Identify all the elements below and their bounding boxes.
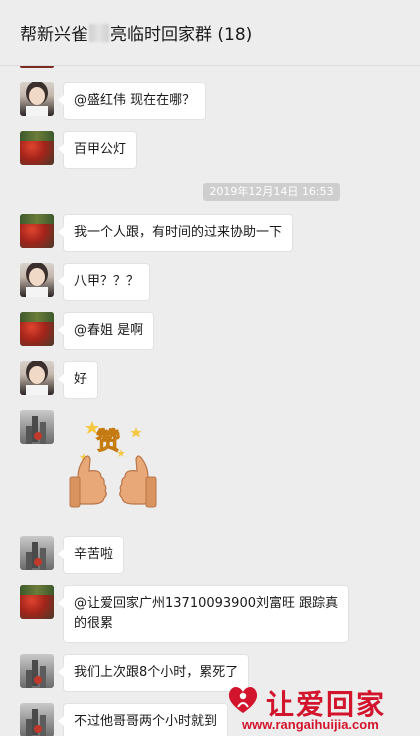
avatar[interactable] — [20, 131, 54, 165]
avatar[interactable] — [20, 312, 54, 346]
heart-hands-logo-icon — [228, 686, 258, 713]
message-bubble[interactable]: 我一个人跟，有时间的过来协助一下 — [57, 214, 294, 252]
message-bubble[interactable]: 百甲公灯 — [57, 131, 138, 169]
avatar[interactable] — [20, 263, 54, 297]
message-text-line1: @让爱回家广州13710093900刘富旺 跟踪真 — [74, 596, 339, 611]
message-bubble[interactable]: @春姐 是啊 — [57, 312, 155, 350]
message-text: 百甲公灯 — [74, 142, 127, 157]
avatar[interactable] — [20, 536, 54, 570]
message-text: @春姐 是啊 — [74, 323, 144, 338]
message-text: 我们上次跟8个小时，累死了 — [74, 665, 239, 680]
chat-header: 帮新兴雀 亮临时回家群 (18) — [0, 0, 420, 66]
chat-title-suffix: 亮临时回家群 (18) — [110, 25, 253, 45]
thumbs-up-sticker[interactable]: 赞 — [66, 415, 160, 519]
sticker-zan-text: 赞 — [95, 427, 120, 455]
message-text: @盛红伟 现在在哪？ — [74, 93, 196, 108]
chat-title-prefix: 帮新兴雀 — [20, 25, 88, 45]
message-text: 八甲？？？ — [74, 274, 140, 289]
avatar[interactable] — [20, 361, 54, 395]
avatar[interactable] — [20, 82, 54, 116]
message-text: 我一个人跟，有时间的过来协助一下 — [74, 225, 283, 240]
avatar[interactable] — [20, 585, 54, 619]
message-bubble[interactable]: @盛红伟 现在在哪？ — [57, 82, 207, 120]
message-text-line2: 的很累 — [74, 616, 114, 631]
message-bubble[interactable]: 好 — [57, 361, 99, 399]
message-bubble[interactable]: @让爱回家广州13710093900刘富旺 跟踪真 的很累 — [57, 585, 350, 643]
watermark: 让爱回家 www.rangaihuijia.com — [222, 683, 418, 733]
message-text: 辛苦啦 — [74, 547, 114, 562]
timestamp: 2019年12月14日 16:53 — [203, 183, 340, 201]
avatar[interactable] — [20, 703, 54, 736]
avatar[interactable] — [20, 654, 54, 688]
avatar[interactable] — [20, 410, 54, 444]
redacted-name-blur — [89, 23, 109, 42]
message-text: 不过他哥哥两个小时就到 — [74, 714, 218, 729]
watermark-url: www.rangaihuijia.com — [242, 717, 379, 732]
message-bubble[interactable]: 不过他哥哥两个小时就到 — [57, 703, 229, 736]
avatar[interactable] — [20, 214, 54, 248]
message-bubble[interactable]: 辛苦啦 — [57, 536, 125, 574]
message-text: 好 — [74, 372, 88, 387]
message-bubble[interactable]: 八甲？？？ — [57, 263, 151, 301]
